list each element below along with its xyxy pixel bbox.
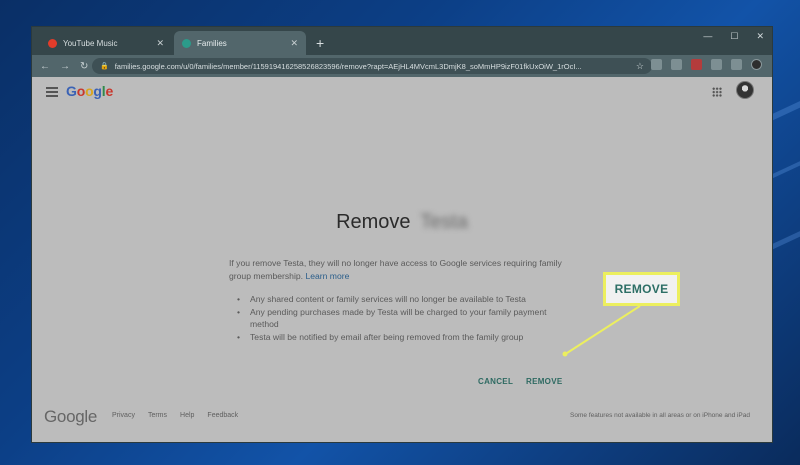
bookmark-star-icon[interactable]: ☆ bbox=[636, 61, 644, 72]
page-title: Remove Testa bbox=[32, 211, 772, 234]
address-bar[interactable]: 🔒 families.google.com/u/0/families/membe… bbox=[92, 58, 652, 74]
tab-label: YouTube Music bbox=[63, 38, 118, 48]
tab-youtube-music[interactable]: YouTube Music ✕ bbox=[40, 31, 172, 55]
reload-icon[interactable]: ↻ bbox=[80, 61, 88, 72]
footer-links: Privacy Terms Help Feedback bbox=[112, 412, 238, 419]
google-logo[interactable]: Google bbox=[66, 83, 113, 99]
extension-icon[interactable] bbox=[731, 59, 742, 70]
extension-icon[interactable] bbox=[671, 59, 682, 70]
intro-sentence: If you remove Testa, they will no longer… bbox=[229, 258, 562, 281]
tab-bar: YouTube Music ✕ Families ✕ + — ☐ ✕ bbox=[32, 27, 772, 55]
close-window-icon[interactable]: ✕ bbox=[756, 31, 764, 42]
apps-grid-icon[interactable] bbox=[712, 87, 722, 97]
profile-avatar-icon[interactable] bbox=[751, 59, 762, 70]
footer-note: Some features not available in all areas… bbox=[570, 412, 750, 419]
browser-window: YouTube Music ✕ Families ✕ + — ☐ ✕ ← → ↻… bbox=[31, 26, 773, 443]
close-icon[interactable]: ✕ bbox=[156, 38, 164, 49]
footer-link-feedback[interactable]: Feedback bbox=[207, 412, 238, 419]
title-prefix: Remove bbox=[336, 211, 411, 233]
page-content: Google Remove Testa If you remove Testa,… bbox=[32, 77, 772, 442]
remove-callout-highlight: REMOVE bbox=[603, 272, 680, 306]
extension-icon[interactable] bbox=[711, 59, 722, 70]
footer-link-help[interactable]: Help bbox=[180, 412, 194, 419]
intro-text: If you remove Testa, they will no longer… bbox=[229, 257, 569, 282]
window-controls: — ☐ ✕ bbox=[703, 31, 764, 42]
list-item: Any shared content or family services wi… bbox=[237, 293, 577, 306]
learn-more-link[interactable]: Learn more bbox=[305, 271, 349, 281]
families-icon bbox=[182, 38, 191, 48]
tab-families[interactable]: Families ✕ bbox=[174, 31, 306, 55]
footer-link-terms[interactable]: Terms bbox=[148, 412, 167, 419]
url-text: families.google.com/u/0/families/member/… bbox=[114, 61, 582, 71]
consequence-list: Any shared content or family services wi… bbox=[237, 293, 577, 343]
back-icon[interactable]: ← bbox=[40, 61, 50, 72]
browser-toolbar: ← → ↻ 🔒 families.google.com/u/0/families… bbox=[32, 55, 772, 77]
member-name: Testa bbox=[420, 211, 468, 233]
extension-icons bbox=[651, 59, 762, 70]
remove-button[interactable]: REMOVE bbox=[526, 377, 562, 386]
new-tab-button[interactable]: + bbox=[308, 31, 332, 55]
hamburger-menu-icon[interactable] bbox=[46, 87, 58, 97]
list-item: Testa will be notified by email after be… bbox=[237, 331, 577, 344]
list-item: Any pending purchases made by Testa will… bbox=[237, 306, 577, 331]
footer-google-logo[interactable]: Google bbox=[44, 407, 97, 427]
tab-label: Families bbox=[197, 38, 227, 48]
extension-icon[interactable] bbox=[651, 59, 662, 70]
avatar[interactable] bbox=[736, 81, 754, 99]
extension-icon[interactable] bbox=[691, 59, 702, 70]
footer-link-privacy[interactable]: Privacy bbox=[112, 412, 135, 419]
youtube-music-icon bbox=[48, 38, 57, 48]
maximize-icon[interactable]: ☐ bbox=[730, 31, 738, 42]
lock-icon: 🔒 bbox=[100, 63, 109, 70]
close-icon[interactable]: ✕ bbox=[290, 38, 298, 49]
cancel-button[interactable]: CANCEL bbox=[478, 377, 513, 386]
forward-icon[interactable]: → bbox=[60, 61, 70, 72]
minimize-icon[interactable]: — bbox=[703, 31, 712, 42]
